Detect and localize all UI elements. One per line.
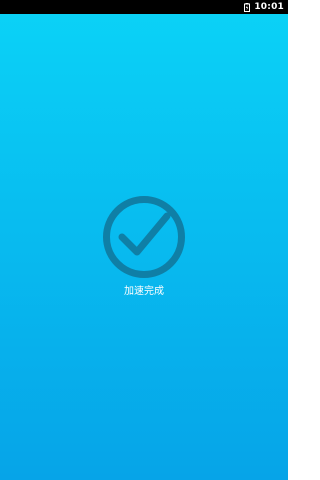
checkmark-circle-icon — [102, 195, 186, 279]
acceleration-complete-text: 加速完成 — [124, 286, 164, 297]
status-time: 10:01 — [254, 2, 284, 12]
screen: 10:01 加速完成 — [0, 0, 288, 480]
status-indicators: 10:01 — [244, 0, 284, 14]
battery-charging-icon — [244, 2, 251, 12]
status-bar: 10:01 — [0, 0, 288, 14]
